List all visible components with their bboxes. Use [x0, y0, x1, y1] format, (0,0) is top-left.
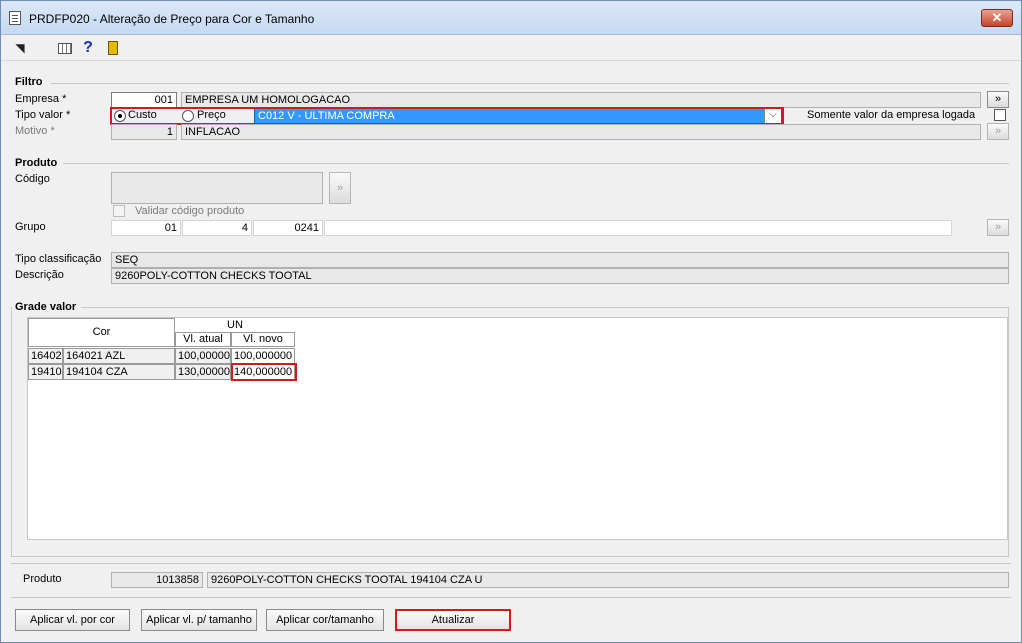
grupo-field-3[interactable]: 0241	[253, 220, 323, 236]
tipo-classificacao-field: SEQ	[111, 252, 1009, 268]
footer-produto-label: Produto	[23, 573, 62, 585]
descricao-label: Descrição	[15, 269, 64, 281]
document-icon	[9, 11, 21, 25]
row-1-vl-novo-input[interactable]: 100,000000	[231, 348, 295, 364]
grupo-description-field	[324, 220, 952, 236]
empresa-name-field: EMPRESA UM HOMOLOGACAO	[181, 92, 981, 108]
row-2-vl-atual: 130,000000	[175, 364, 231, 380]
produto-group-title: Produto	[15, 157, 58, 169]
footer-divider	[11, 563, 1011, 564]
tipo-classificacao-label: Tipo classificação	[15, 253, 102, 265]
col-header-vl-atual[interactable]: Vl. atual	[175, 332, 231, 347]
motivo-code-field: 1	[111, 124, 177, 140]
aplicar-cor-tamanho-button[interactable]: Aplicar cor/tamanho	[266, 609, 384, 631]
window-title: PRDFP020 - Alteração de Preço para Cor e…	[29, 12, 315, 26]
grade-divider	[81, 307, 1009, 308]
grade-valor-grid[interactable]: Cor UN Vl. atual Vl. novo 164021 164021 …	[27, 317, 1008, 540]
codigo-lookup-button[interactable]: »	[329, 172, 351, 204]
close-button[interactable]: ✕	[981, 9, 1013, 27]
grupo-field-2[interactable]: 4	[182, 220, 252, 236]
aplicar-por-cor-button[interactable]: Aplicar vl. por cor	[15, 609, 130, 631]
somente-empresa-checkbox[interactable]	[994, 109, 1006, 121]
tipo-valor-label: Tipo valor *	[15, 109, 71, 121]
codigo-label: Código	[15, 173, 50, 185]
motivo-lookup-button[interactable]: »	[987, 123, 1009, 140]
col-header-cor[interactable]: Cor	[28, 318, 175, 347]
title-bar: PRDFP020 - Alteração de Preço para Cor e…	[1, 1, 1021, 35]
exit-icon[interactable]	[104, 39, 122, 57]
produto-divider	[63, 163, 1009, 164]
toolbar: ◥ ?	[1, 35, 1021, 61]
grupo-lookup-button[interactable]: »	[987, 219, 1009, 236]
atualizar-button[interactable]: Atualizar	[395, 609, 511, 631]
aplicar-por-tamanho-button[interactable]: Aplicar vl. p/ tamanho	[141, 609, 257, 631]
col-header-un[interactable]: UN	[175, 318, 295, 332]
col-header-vl-novo[interactable]: Vl. novo	[231, 332, 295, 347]
filtro-group-title: Filtro	[15, 76, 43, 88]
somente-empresa-label: Somente valor da empresa logada	[807, 109, 976, 121]
vl-novo-highlight-box	[231, 363, 297, 381]
descricao-field: 9260POLY-COTTON CHECKS TOOTAL	[111, 268, 1009, 284]
validar-codigo-checkbox[interactable]	[113, 205, 125, 217]
buttons-divider	[11, 597, 1011, 598]
tipo-valor-highlight-box	[110, 107, 784, 125]
footer-produto-code: 1013858	[111, 572, 203, 588]
footer-produto-description: 9260POLY-COTTON CHECKS TOOTAL 194104 CZA…	[207, 572, 1009, 588]
row-1-vl-atual: 100,000000	[175, 348, 231, 364]
help-icon[interactable]: ?	[79, 39, 97, 57]
motivo-label: Motivo *	[15, 125, 55, 137]
empresa-lookup-button[interactable]: »	[987, 91, 1009, 108]
main-window: PRDFP020 - Alteração de Preço para Cor e…	[0, 0, 1022, 643]
filtro-divider	[51, 83, 1009, 84]
row-1-cor[interactable]: 164021 AZL	[63, 348, 175, 364]
grupo-field-1[interactable]: 01	[111, 220, 181, 236]
grupo-label: Grupo	[15, 221, 46, 233]
empresa-code-input[interactable]: 001	[111, 92, 177, 108]
empresa-label: Empresa *	[15, 93, 67, 105]
cursor-icon[interactable]: ◥	[11, 39, 29, 57]
row-2-code[interactable]: 194104	[28, 364, 63, 380]
motivo-name-field: INFLACAO	[181, 124, 981, 140]
validar-codigo-label: Validar código produto	[135, 205, 245, 217]
row-2-cor[interactable]: 194104 CZA	[63, 364, 175, 380]
codigo-input[interactable]	[111, 172, 323, 204]
calculator-icon[interactable]	[56, 39, 74, 57]
row-1-code[interactable]: 164021	[28, 348, 63, 364]
